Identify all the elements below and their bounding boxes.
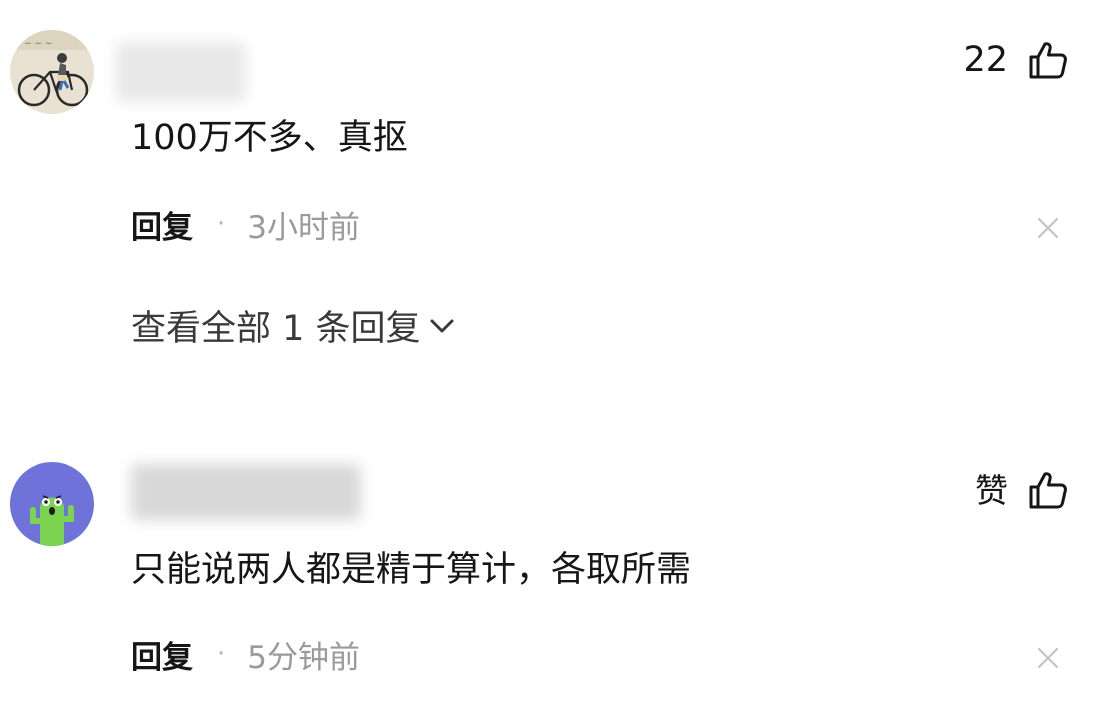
timestamp: 3小时前: [247, 209, 360, 246]
separator-dot: ·: [217, 639, 226, 669]
view-replies-label: 查看全部 1 条回复: [131, 309, 421, 349]
thumbs-up-icon[interactable]: [1028, 40, 1068, 80]
like-label: 赞: [975, 470, 1008, 510]
username-redacted: [116, 42, 246, 102]
like-count: 22: [963, 39, 1008, 80]
username-redacted: [131, 464, 361, 520]
thumbs-up-icon[interactable]: [1028, 470, 1068, 510]
view-all-replies-button[interactable]: 查看全部 1 条回复: [131, 300, 455, 351]
reply-button[interactable]: 回复: [131, 202, 193, 247]
comment-item: 赞 只能说两人都是精于算计，各取所需 回复 · 5分钟前: [0, 400, 1108, 709]
comment-text: 只能说两人都是精于算计，各取所需: [131, 550, 692, 590]
avatar[interactable]: [10, 462, 94, 546]
chevron-down-icon: [429, 316, 455, 336]
like-control[interactable]: 22: [963, 36, 1068, 84]
avatar[interactable]: ~ ~ ~: [10, 30, 94, 114]
comment-item: ~ ~ ~ 22 100万不多、真抠 回复 · 3小时前 查看全部 1 条回复: [0, 0, 1108, 380]
separator-dot: ·: [217, 209, 226, 239]
timestamp: 5分钟前: [247, 639, 360, 676]
like-control[interactable]: 赞: [975, 466, 1068, 514]
svg-text:~ ~ ~: ~ ~ ~: [24, 39, 52, 49]
comment-meta: 回复 · 5分钟前: [131, 632, 360, 677]
comment-meta: 回复 · 3小时前: [131, 202, 360, 247]
reply-button[interactable]: 回复: [131, 632, 193, 677]
close-icon[interactable]: [1034, 214, 1062, 242]
close-icon[interactable]: [1034, 644, 1062, 672]
comment-text: 100万不多、真抠: [131, 118, 408, 158]
